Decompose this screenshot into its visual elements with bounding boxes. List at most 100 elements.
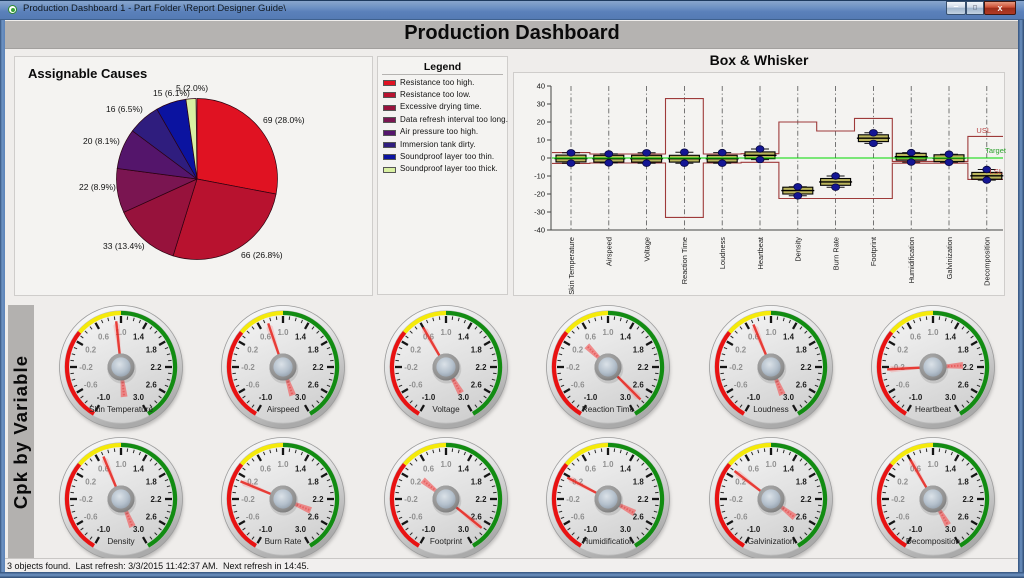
svg-text:Airspeed: Airspeed [605, 237, 614, 266]
svg-text:1.8: 1.8 [958, 345, 970, 354]
svg-text:3.0: 3.0 [295, 393, 307, 402]
svg-text:16 (6.5%): 16 (6.5%) [106, 104, 143, 114]
svg-text:22 (8.9%): 22 (8.9%) [79, 182, 116, 192]
svg-text:10: 10 [537, 136, 545, 145]
svg-text:0.2: 0.2 [897, 345, 909, 354]
svg-text:2.2: 2.2 [963, 363, 975, 372]
svg-text:30: 30 [537, 100, 545, 109]
svg-text:-0.6: -0.6 [733, 380, 747, 389]
svg-text:0.2: 0.2 [85, 345, 97, 354]
svg-text:2.6: 2.6 [308, 380, 320, 389]
svg-text:-1.0: -1.0 [909, 393, 923, 402]
svg-text:-0.2: -0.2 [242, 363, 256, 372]
svg-text:2.6: 2.6 [958, 380, 970, 389]
svg-text:Airspeed: Airspeed [267, 405, 300, 414]
svg-text:1.4: 1.4 [458, 333, 470, 342]
svg-text:3.0: 3.0 [295, 525, 307, 534]
svg-text:0.6: 0.6 [260, 465, 272, 474]
svg-text:5 (2.0%): 5 (2.0%) [176, 83, 208, 93]
svg-text:2.2: 2.2 [313, 495, 325, 504]
svg-text:-0.2: -0.2 [566, 363, 580, 372]
svg-text:-1.0: -1.0 [421, 393, 435, 402]
svg-text:3.0: 3.0 [620, 525, 632, 534]
svg-text:Skin Temperature: Skin Temperature [89, 405, 153, 414]
svg-text:Footprint: Footprint [869, 237, 878, 266]
svg-text:1.0: 1.0 [765, 460, 777, 469]
svg-text:1.0: 1.0 [116, 460, 128, 469]
svg-text:0.2: 0.2 [572, 345, 584, 354]
svg-text:2.2: 2.2 [475, 363, 487, 372]
svg-text:1.8: 1.8 [795, 345, 807, 354]
svg-text:3.0: 3.0 [945, 525, 957, 534]
svg-text:1.4: 1.4 [295, 465, 307, 474]
svg-text:Heartbeat: Heartbeat [756, 237, 765, 269]
svg-text:-0.2: -0.2 [729, 363, 743, 372]
svg-text:2.6: 2.6 [633, 512, 645, 521]
svg-text:0.6: 0.6 [423, 465, 435, 474]
svg-text:0.6: 0.6 [585, 465, 597, 474]
svg-text:Density: Density [794, 237, 803, 262]
svg-text:-0.6: -0.6 [733, 512, 747, 521]
svg-text:1.8: 1.8 [146, 477, 158, 486]
svg-text:Loudness: Loudness [718, 237, 727, 269]
svg-text:-1.0: -1.0 [746, 393, 760, 402]
svg-text:1.0: 1.0 [603, 328, 615, 337]
svg-text:-1.0: -1.0 [584, 525, 598, 534]
svg-text:2.2: 2.2 [313, 363, 325, 372]
svg-text:-1.0: -1.0 [421, 525, 435, 534]
svg-text:Humidification: Humidification [582, 537, 634, 546]
svg-text:1.4: 1.4 [783, 333, 795, 342]
svg-text:Burn Rate: Burn Rate [831, 237, 840, 270]
svg-text:Reaction Time: Reaction Time [582, 405, 635, 414]
svg-text:3.0: 3.0 [133, 393, 145, 402]
svg-text:2.2: 2.2 [151, 363, 163, 372]
svg-text:-1.0: -1.0 [909, 525, 923, 534]
svg-text:-0.6: -0.6 [84, 512, 98, 521]
svg-text:2.6: 2.6 [471, 380, 483, 389]
svg-text:-0.2: -0.2 [242, 495, 256, 504]
svg-text:-0.6: -0.6 [84, 380, 98, 389]
svg-text:-30: -30 [534, 208, 545, 217]
svg-text:1.4: 1.4 [295, 333, 307, 342]
svg-text:40: 40 [537, 82, 545, 91]
svg-text:1.8: 1.8 [958, 477, 970, 486]
svg-text:Skin Temperature: Skin Temperature [567, 237, 576, 295]
svg-text:0.6: 0.6 [910, 333, 922, 342]
svg-text:-1.0: -1.0 [746, 525, 760, 534]
svg-text:3.0: 3.0 [133, 525, 145, 534]
svg-text:-0.6: -0.6 [409, 512, 423, 521]
svg-text:2.2: 2.2 [800, 495, 812, 504]
svg-text:Heartbeat: Heartbeat [915, 405, 952, 414]
svg-text:1.8: 1.8 [471, 477, 483, 486]
svg-text:0.2: 0.2 [735, 345, 747, 354]
svg-text:0.2: 0.2 [248, 345, 260, 354]
svg-text:1.0: 1.0 [440, 328, 452, 337]
svg-text:1.4: 1.4 [620, 333, 632, 342]
svg-text:1.8: 1.8 [633, 477, 645, 486]
svg-text:2.2: 2.2 [475, 495, 487, 504]
svg-text:-0.2: -0.2 [79, 495, 93, 504]
svg-text:3.0: 3.0 [783, 525, 795, 534]
svg-text:0.2: 0.2 [897, 477, 909, 486]
svg-text:2.6: 2.6 [795, 380, 807, 389]
svg-text:0.2: 0.2 [410, 477, 422, 486]
svg-text:-0.6: -0.6 [246, 380, 260, 389]
svg-text:1.8: 1.8 [471, 345, 483, 354]
svg-text:0.6: 0.6 [98, 333, 110, 342]
svg-text:2.2: 2.2 [963, 495, 975, 504]
svg-text:2.6: 2.6 [958, 512, 970, 521]
svg-text:1.8: 1.8 [795, 477, 807, 486]
svg-text:1.4: 1.4 [783, 465, 795, 474]
svg-text:Target: Target [985, 146, 1006, 155]
svg-text:-0.6: -0.6 [896, 380, 910, 389]
svg-text:Voltage: Voltage [642, 237, 651, 262]
svg-text:3.0: 3.0 [620, 393, 632, 402]
svg-text:2.6: 2.6 [308, 512, 320, 521]
svg-text:-0.2: -0.2 [79, 363, 93, 372]
svg-text:3.0: 3.0 [783, 393, 795, 402]
svg-text:1.8: 1.8 [633, 345, 645, 354]
svg-text:1.8: 1.8 [146, 345, 158, 354]
svg-text:1.4: 1.4 [945, 465, 957, 474]
svg-text:-0.2: -0.2 [404, 363, 418, 372]
svg-text:-1.0: -1.0 [584, 393, 598, 402]
